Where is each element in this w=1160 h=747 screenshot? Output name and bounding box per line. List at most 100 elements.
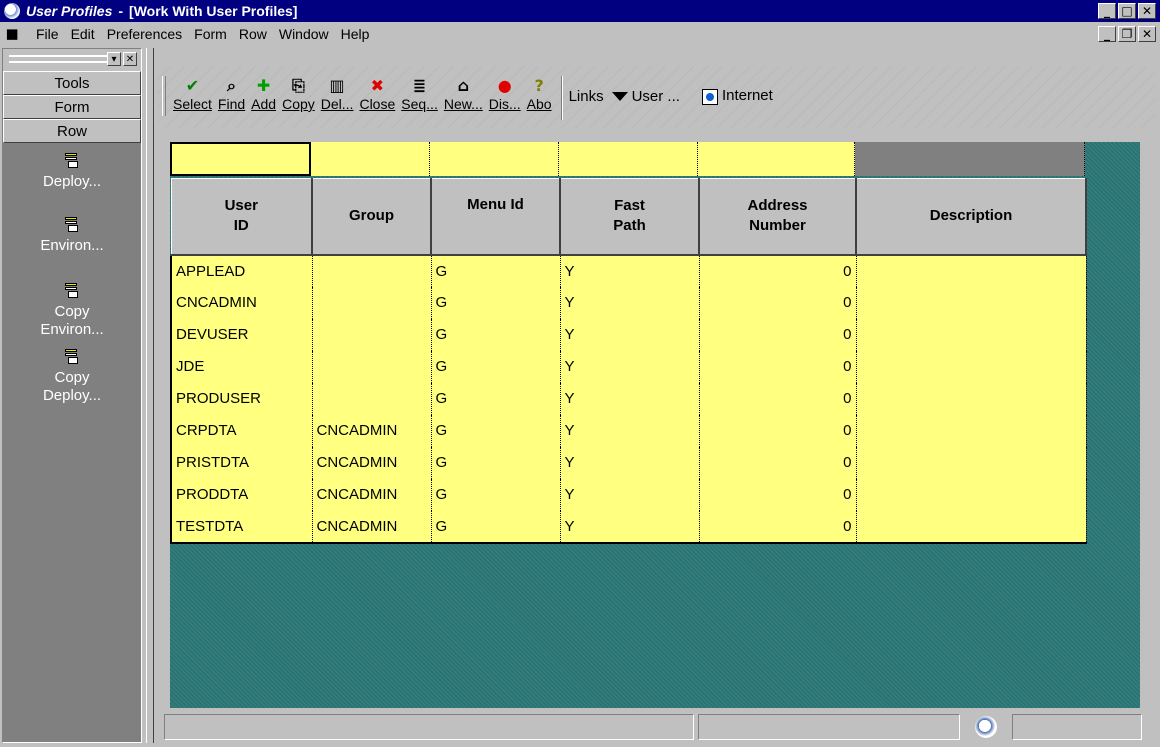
table-cell[interactable]: Y	[560, 286, 700, 319]
table-cell[interactable]: JDE	[171, 350, 313, 383]
display-button[interactable]: ● Dis...	[486, 76, 524, 112]
internet-link-button[interactable]: Internet	[701, 87, 773, 105]
menu-preferences[interactable]: Preferences	[101, 26, 188, 42]
table-cell[interactable]: G	[431, 478, 561, 511]
copy-button[interactable]: ⎘ Copy	[279, 76, 318, 112]
table-cell[interactable]: Y	[560, 414, 700, 447]
table-cell[interactable]: G	[431, 350, 561, 383]
exit-bar-close-icon[interactable]: ✕	[123, 52, 137, 66]
qbe-fast-path[interactable]	[559, 142, 698, 176]
table-cell[interactable]: 0	[699, 446, 857, 479]
table-cell[interactable]: PRODDTA	[171, 478, 313, 511]
table-cell[interactable]	[856, 446, 1087, 479]
app-globe-icon[interactable]	[4, 3, 20, 19]
table-cell[interactable]	[856, 510, 1087, 544]
exit-tab-form[interactable]: Form	[3, 95, 141, 119]
exit-bar-toggle-icon[interactable]: ▾	[107, 52, 121, 66]
exit-bar-grip[interactable]: ▾ ✕	[3, 49, 141, 71]
table-cell[interactable]: CNCADMIN	[312, 446, 432, 479]
table-cell[interactable]: 0	[699, 382, 857, 415]
table-row[interactable]: CNCADMIN G Y 0	[171, 286, 1087, 319]
exit-item-copy-environ[interactable]: Copy Environ...	[3, 283, 141, 339]
table-cell[interactable]: Y	[560, 254, 700, 287]
table-cell[interactable]: 0	[699, 414, 857, 447]
qbe-user-id[interactable]	[170, 142, 311, 176]
table-cell[interactable]	[856, 254, 1087, 287]
menu-form[interactable]: Form	[188, 26, 233, 42]
table-cell[interactable]	[856, 286, 1087, 319]
table-cell[interactable]: CNCADMIN	[312, 414, 432, 447]
about-button[interactable]: ? Abo	[524, 76, 555, 112]
add-button[interactable]: ✚ Add	[248, 76, 279, 112]
table-cell[interactable]: 0	[699, 318, 857, 351]
qbe-address-number[interactable]	[698, 142, 855, 176]
table-cell[interactable]: Y	[560, 350, 700, 383]
table-cell[interactable]	[312, 286, 432, 319]
maximize-icon[interactable]: □	[1118, 3, 1136, 19]
table-cell[interactable]: G	[431, 382, 561, 415]
col-fast-path[interactable]: Fast Path	[559, 178, 700, 256]
table-cell[interactable]	[856, 382, 1087, 415]
sequence-button[interactable]: ≣ Seq...	[398, 76, 441, 112]
qbe-group[interactable]	[311, 142, 430, 176]
table-cell[interactable]: TESTDTA	[171, 510, 313, 544]
table-cell[interactable]: G	[431, 286, 561, 319]
table-cell[interactable]: CNCADMIN	[171, 286, 313, 319]
table-row[interactable]: APPLEAD G Y 0	[171, 254, 1087, 287]
table-row[interactable]: PRISTDTA CNCADMIN G Y 0	[171, 446, 1087, 479]
table-cell[interactable]: Y	[560, 510, 700, 544]
exit-item-environ[interactable]: Environ...	[3, 217, 141, 255]
new-button[interactable]: ⌂ New...	[441, 76, 486, 112]
table-cell[interactable]	[856, 414, 1087, 447]
table-row[interactable]: JDE G Y 0	[171, 350, 1087, 383]
col-menu-id[interactable]: Menu Id	[430, 178, 561, 256]
table-cell[interactable]: 0	[699, 286, 857, 319]
table-cell[interactable]: Y	[560, 478, 700, 511]
menu-help[interactable]: Help	[335, 26, 376, 42]
col-group[interactable]: Group	[311, 178, 432, 256]
menu-edit[interactable]: Edit	[65, 26, 101, 42]
table-cell[interactable]: G	[431, 446, 561, 479]
qbe-menu-id[interactable]	[430, 142, 559, 176]
child-close-icon[interactable]: ✕	[1138, 26, 1156, 42]
table-cell[interactable]	[312, 350, 432, 383]
table-row[interactable]: PRODUSER G Y 0	[171, 382, 1087, 415]
menu-file[interactable]: File	[30, 26, 65, 42]
table-cell[interactable]: G	[431, 510, 561, 544]
table-cell[interactable]: G	[431, 318, 561, 351]
table-cell[interactable]: CNCADMIN	[312, 510, 432, 544]
table-cell[interactable]	[312, 382, 432, 415]
table-cell[interactable]: 0	[699, 510, 857, 544]
delete-button[interactable]: ▥ Del...	[318, 76, 357, 112]
exit-tab-row[interactable]: Row	[3, 119, 141, 143]
table-cell[interactable]: APPLEAD	[171, 254, 313, 287]
table-cell[interactable]: Y	[560, 382, 700, 415]
find-button[interactable]: ⌕ Find	[215, 76, 248, 112]
table-cell[interactable]: G	[431, 414, 561, 447]
table-row[interactable]: TESTDTA CNCADMIN G Y 0	[171, 510, 1087, 544]
table-cell[interactable]: CNCADMIN	[312, 478, 432, 511]
minimize-icon[interactable]: _	[1098, 3, 1116, 19]
menu-row[interactable]: Row	[233, 26, 273, 42]
close-button[interactable]: ✖ Close	[356, 76, 398, 112]
child-restore-icon[interactable]: ❐	[1118, 26, 1136, 42]
table-cell[interactable]: PRISTDTA	[171, 446, 313, 479]
table-cell[interactable]: 0	[699, 350, 857, 383]
table-cell[interactable]: Y	[560, 446, 700, 479]
table-cell[interactable]: CRPDTA	[171, 414, 313, 447]
col-address-number[interactable]: Address Number	[698, 178, 857, 256]
table-row[interactable]: PRODDTA CNCADMIN G Y 0	[171, 478, 1087, 511]
table-cell[interactable]	[856, 318, 1087, 351]
table-cell[interactable]: PRODUSER	[171, 382, 313, 415]
table-row[interactable]: CRPDTA CNCADMIN G Y 0	[171, 414, 1087, 447]
table-cell[interactable]	[856, 350, 1087, 383]
toolbar-grip[interactable]	[162, 76, 166, 116]
child-minimize-icon[interactable]: _	[1098, 26, 1116, 42]
pane-splitter[interactable]	[146, 48, 154, 743]
table-cell[interactable]: 0	[699, 254, 857, 287]
exit-item-deploy[interactable]: Deploy...	[3, 153, 141, 191]
table-cell[interactable]	[312, 254, 432, 287]
close-icon[interactable]: ✕	[1138, 3, 1156, 19]
table-cell[interactable]	[312, 318, 432, 351]
jde-logo-icon[interactable]: ▮▮	[6, 26, 26, 42]
